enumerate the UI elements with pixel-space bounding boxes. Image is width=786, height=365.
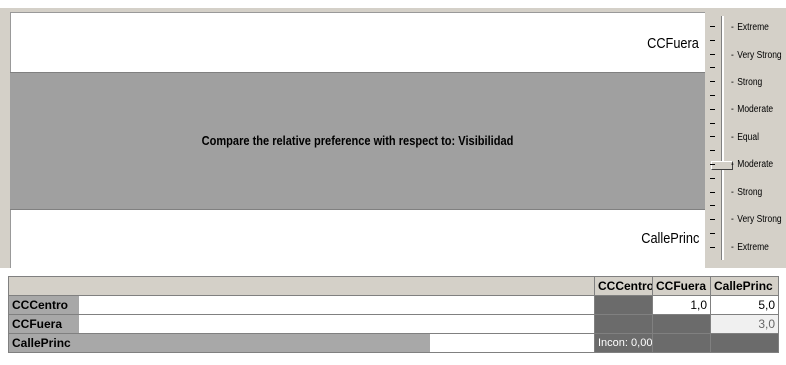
scale-tick (710, 246, 715, 248)
scale-tick (710, 219, 715, 221)
scale-tick (710, 95, 715, 96)
scale-level-verystrong-bottom: Very Strong (731, 214, 781, 225)
scale-level-strong-top: Strong (731, 77, 762, 88)
scale-tick (710, 136, 715, 138)
scale-tick (710, 122, 715, 124)
comparison-question: Compare the relative preference with res… (201, 133, 514, 148)
cell-cccentro-calleprinc[interactable]: 5,0 (710, 295, 779, 315)
scale-tick (710, 26, 715, 27)
scale-tick (710, 108, 715, 110)
cell-blank (594, 314, 653, 334)
scale-tick (710, 67, 715, 69)
bottom-alternative-box[interactable]: CallePrinc (10, 210, 705, 268)
bottom-alternative-label: CallePrinc (640, 230, 699, 247)
question-box: Compare the relative preference with res… (10, 72, 705, 210)
matrix-header-row: CCCentro CCFuera CallePrinc (8, 276, 779, 296)
matrix-row-cccentro: CCCentro 1,0 5,0 (8, 295, 779, 315)
scale-tick (710, 150, 715, 152)
row-label-calleprinc[interactable]: CallePrinc (8, 333, 595, 353)
cell-cccentro-ccfuera[interactable]: 1,0 (652, 295, 711, 315)
matrix-row-calleprinc: CallePrinc Incon: 0,00 (8, 333, 779, 353)
scale-level-extreme-bottom: Extreme (731, 242, 769, 253)
slider-thumb[interactable] (711, 161, 733, 170)
header-calleprinc: CallePrinc (710, 276, 779, 296)
row-label-cccentro[interactable]: CCCentro (8, 295, 595, 315)
comparison-matrix: CCCentro CCFuera CallePrinc CCCentro 1,0… (8, 276, 779, 353)
scale-level-moderate-bottom: Moderate (731, 159, 773, 170)
header-ccfuera: CCFuera (652, 276, 711, 296)
header-corner (8, 276, 595, 296)
scale-level-verystrong-top: Very Strong (731, 50, 781, 61)
slider-track[interactable] (721, 16, 724, 260)
scale-level-extreme-top: Extreme (731, 22, 769, 33)
scale-level-equal: Equal (731, 132, 759, 143)
cell-diagonal (710, 333, 779, 353)
scale-tick (710, 53, 715, 55)
cell-ccfuera-calleprinc[interactable]: 3,0 (710, 314, 779, 334)
cell-diagonal (594, 295, 653, 315)
matrix-row-ccfuera: CCFuera 3,0 (8, 314, 779, 334)
top-alternative-box[interactable]: CCFuera (10, 12, 705, 72)
scale-level-moderate-top: Moderate (731, 104, 773, 115)
row-label-ccfuera[interactable]: CCFuera (8, 314, 595, 334)
preference-scale[interactable]: Extreme Very Strong Strong Moderate Equa… (707, 12, 786, 268)
scale-tick (710, 205, 715, 207)
scale-tick (710, 164, 715, 165)
inconsistency-value: Incon: 0,00 (594, 333, 653, 353)
comparison-panel: CCFuera Compare the relative preference … (0, 8, 786, 268)
scale-tick (710, 233, 715, 234)
scale-tick (710, 191, 715, 193)
scale-tick (710, 39, 715, 41)
scale-tick (710, 177, 715, 179)
cell-blank (652, 333, 711, 353)
scale-level-strong-bottom: Strong (731, 187, 762, 198)
cell-diagonal (652, 314, 711, 334)
top-alternative-label: CCFuera (647, 35, 699, 52)
scale-tick (710, 81, 715, 83)
header-cccentro: CCCentro (594, 276, 653, 296)
priority-bar (9, 334, 431, 352)
